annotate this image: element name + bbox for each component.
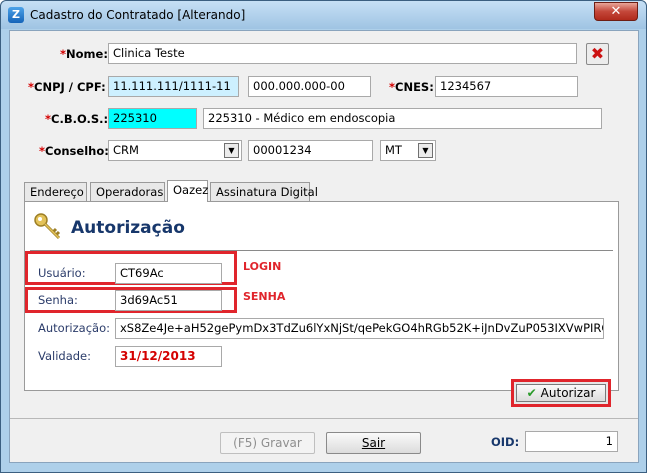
app-icon: Z xyxy=(8,7,24,23)
autorizacao-label: Autorização: xyxy=(38,321,110,335)
autorizar-button[interactable]: ✔ Autorizar xyxy=(516,384,606,402)
panel-title: Autorização xyxy=(71,218,185,238)
key-icon xyxy=(34,213,61,240)
checkmark-icon: ✔ xyxy=(526,386,537,400)
nome-label: *Nome: xyxy=(60,47,108,61)
tab-panel-oazez: Autorização Usuário: CT69Ac LOGIN Senha:… xyxy=(24,201,619,407)
title-bar[interactable]: Z Cadastro do Contratado [Alterando] ✕ xyxy=(1,1,646,29)
tab-operadoras[interactable]: Operadoras xyxy=(90,182,165,201)
oid-input[interactable]: 1 xyxy=(525,431,618,452)
conselho-label: *Conselho: xyxy=(39,144,109,158)
conselho-select[interactable]: CRM ▼ xyxy=(108,140,242,161)
sair-button[interactable]: Sair xyxy=(326,432,421,454)
cpf-input[interactable]: 000.000.000-00 xyxy=(248,76,371,97)
cbos-description-input[interactable]: 225310 - Médico em endoscopia xyxy=(203,108,602,129)
validade-label: Validade: xyxy=(38,349,92,363)
senha-label: Senha: xyxy=(38,293,78,307)
form-area: *Nome: Clinica Teste ✖ *CNPJ / CPF: 11.1… xyxy=(9,30,639,463)
cnes-label: *CNES: xyxy=(389,80,434,94)
validade-input[interactable]: 31/12/2013 xyxy=(115,346,222,367)
window-title: Cadastro do Contratado [Alterando] xyxy=(30,8,246,22)
chevron-down-icon[interactable]: ▼ xyxy=(418,143,433,158)
cnpj-input[interactable]: 11.111.111/1111-11 xyxy=(108,76,239,97)
senha-input[interactable]: 3d69Ac51 xyxy=(115,290,222,311)
footer-divider xyxy=(10,418,638,419)
cnpj-label: *CNPJ / CPF: xyxy=(28,80,106,94)
chevron-down-icon[interactable]: ▼ xyxy=(224,143,239,158)
nome-input[interactable]: Clinica Teste xyxy=(108,43,577,64)
login-annotation: LOGIN xyxy=(243,260,282,273)
conselho-number-input[interactable]: 00001234 xyxy=(248,140,373,161)
cbos-code-input[interactable]: 225310 xyxy=(108,108,197,129)
cnes-input[interactable]: 1234567 xyxy=(435,76,578,97)
usuario-input[interactable]: CT69Ac xyxy=(115,263,222,284)
tab-oazez[interactable]: Oazez xyxy=(167,180,208,202)
autorizar-highlight-box: ✔ Autorizar xyxy=(511,379,611,407)
oid-label: OID: xyxy=(491,435,520,449)
tab-assinatura-digital[interactable]: Assinatura Digital xyxy=(210,182,318,201)
close-icon: ✖ xyxy=(590,44,605,63)
cbos-label: *C.B.O.S.: xyxy=(45,112,109,126)
usuario-label: Usuário: xyxy=(38,266,86,280)
gravar-button[interactable]: (F5) Gravar xyxy=(220,432,315,454)
window: Z Cadastro do Contratado [Alterando] ✕ *… xyxy=(0,0,647,473)
tab-endereco[interactable]: Endereço xyxy=(24,182,87,201)
uf-select[interactable]: MT ▼ xyxy=(380,140,436,161)
close-button[interactable]: ✕ xyxy=(594,2,638,21)
autorizacao-input[interactable]: xS8Ze4Je+aH52gePymDx3TdZu6lYxNjSt/qePekG… xyxy=(115,318,604,339)
clear-nome-button[interactable]: ✖ xyxy=(586,43,609,65)
senha-annotation: SENHA xyxy=(243,290,286,303)
